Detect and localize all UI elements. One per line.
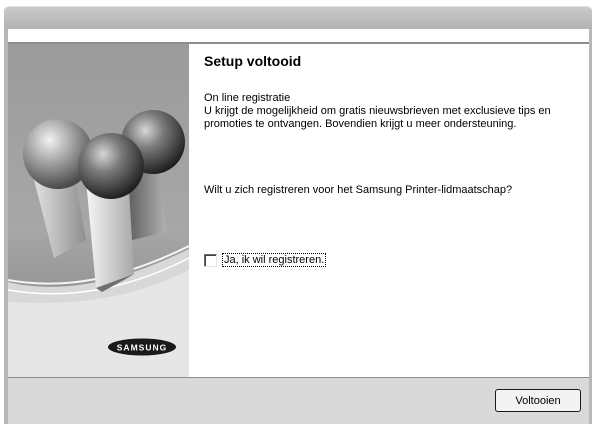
finish-button[interactable]: Voltooien <box>495 389 581 412</box>
page-title: Setup voltooid <box>204 53 302 69</box>
register-checkbox-row[interactable]: Ja, ik wil registreren. <box>204 252 327 268</box>
registration-description: On line registratie U krijgt de mogelijk… <box>204 92 576 131</box>
registration-text-line-1: U krijgt de mogelijkheid om gratis nieuw… <box>204 105 551 117</box>
register-checkbox[interactable] <box>204 253 217 267</box>
svg-text:SAMSUNG: SAMSUNG <box>117 343 167 353</box>
setup-artwork <box>8 44 189 378</box>
side-panel: SAMSUNG <box>8 44 189 378</box>
samsung-logo: SAMSUNG <box>108 338 176 356</box>
setup-dialog: SAMSUNG Setup voltooid On line registrat… <box>0 0 594 424</box>
registration-text-line-2: promoties te ontvangen. Bovendien krijgt… <box>204 118 517 130</box>
registration-title: On line registratie <box>204 92 291 104</box>
registration-question: Wilt u zich registreren voor het Samsung… <box>204 184 513 196</box>
title-bar[interactable] <box>4 6 592 29</box>
window-frame-right <box>589 29 592 424</box>
register-checkbox-label[interactable]: Ja, ik wil registreren. <box>221 253 327 267</box>
